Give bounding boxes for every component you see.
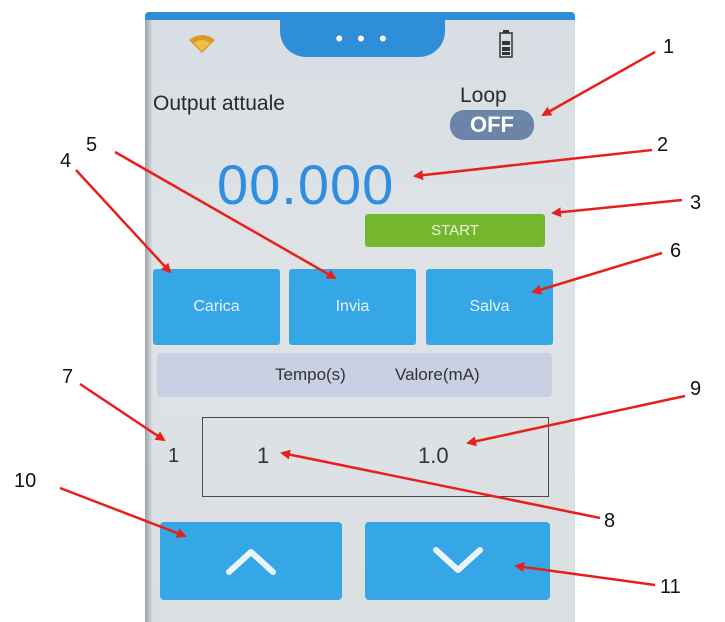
device-screen: • • • Output attuale Loop OFF 00.000 STA… [145, 12, 575, 622]
callout-11: 11 [660, 576, 681, 598]
row-valore-value[interactable]: 1.0 [418, 443, 449, 469]
scroll-down-button[interactable] [365, 522, 550, 600]
table-header [157, 353, 552, 397]
table-row[interactable] [202, 417, 549, 497]
output-value: 00.000 [217, 153, 395, 216]
battery-icon [499, 30, 513, 58]
loop-toggle[interactable]: OFF [450, 110, 534, 140]
callout-9: 9 [690, 378, 702, 400]
salva-button[interactable]: Salva [426, 269, 553, 345]
callout-5: 5 [86, 134, 98, 156]
chevron-down-icon [432, 547, 483, 573]
callout-3: 3 [690, 192, 702, 214]
row-tempo-value[interactable]: 1 [257, 443, 269, 469]
output-label: Output attuale [153, 92, 285, 115]
callout-4: 4 [60, 150, 72, 172]
callout-2: 2 [657, 134, 669, 156]
callout-10: 10 [14, 470, 37, 492]
chevron-up-icon [226, 549, 276, 575]
callout-6: 6 [670, 240, 682, 262]
menu-dots-icon[interactable]: • • • [323, 28, 403, 50]
scroll-up-button[interactable] [160, 522, 342, 600]
start-button[interactable]: START [365, 214, 545, 247]
wifi-icon [189, 35, 215, 53]
callout-1: 1 [663, 36, 675, 58]
loop-label: Loop [460, 84, 507, 107]
header-valore: Valore(mA) [395, 365, 480, 384]
callout-8: 8 [604, 510, 616, 532]
carica-button[interactable]: Carica [153, 269, 280, 345]
callout-7: 7 [62, 366, 74, 388]
header-tempo: Tempo(s) [275, 365, 346, 384]
row-index: 1 [168, 445, 180, 467]
invia-button[interactable]: Invia [289, 269, 416, 345]
